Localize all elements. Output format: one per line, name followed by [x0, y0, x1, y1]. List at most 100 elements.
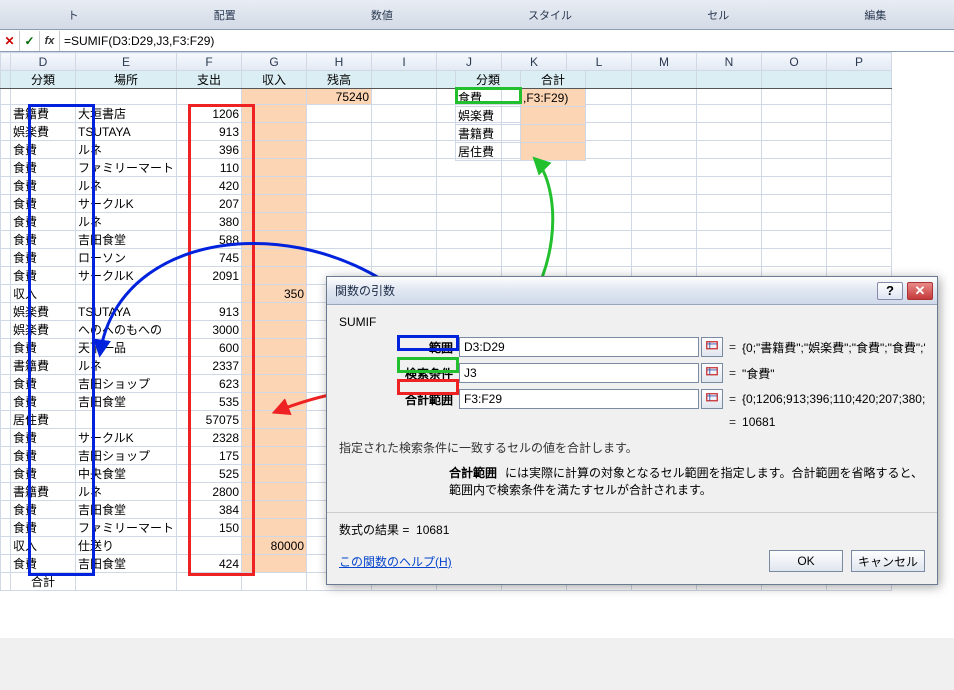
column-header[interactable]: L — [567, 53, 632, 71]
cell[interactable]: 食費 — [11, 465, 76, 483]
cell[interactable] — [242, 519, 307, 537]
cell[interactable]: 384 — [177, 501, 242, 519]
cell[interactable] — [242, 105, 307, 123]
cell[interactable]: サークルK — [76, 195, 177, 213]
cell[interactable] — [242, 89, 307, 105]
cell[interactable]: 913 — [177, 123, 242, 141]
cell[interactable]: ファミリーマート — [76, 519, 177, 537]
cell[interactable] — [242, 447, 307, 465]
cell[interactable]: 207 — [177, 195, 242, 213]
column-header[interactable]: J — [437, 53, 502, 71]
column-header[interactable]: O — [762, 53, 827, 71]
header-cell[interactable]: 分類 — [456, 71, 521, 89]
cell[interactable] — [307, 141, 372, 159]
cell[interactable]: 食費 — [11, 501, 76, 519]
cell[interactable]: 書籍費 — [11, 483, 76, 501]
cell[interactable] — [521, 107, 586, 125]
cell[interactable]: 食費 — [11, 555, 76, 573]
argument-input[interactable] — [459, 363, 699, 383]
cell[interactable]: ルネ — [76, 483, 177, 501]
cell[interactable] — [76, 411, 177, 429]
cell[interactable] — [177, 285, 242, 303]
enter-icon[interactable]: ✓ — [20, 31, 40, 51]
cell[interactable] — [242, 195, 307, 213]
cell[interactable]: 2328 — [177, 429, 242, 447]
cell[interactable]: 535 — [177, 393, 242, 411]
ribbon-group[interactable]: 編集 — [864, 7, 886, 23]
cell[interactable] — [242, 213, 307, 231]
cell[interactable]: 食費 — [11, 249, 76, 267]
column-header[interactable]: M — [632, 53, 697, 71]
cell[interactable]: 75240 — [307, 89, 372, 105]
cell[interactable]: 2337 — [177, 357, 242, 375]
cell[interactable]: 1206 — [177, 105, 242, 123]
cell[interactable]: ルネ — [76, 357, 177, 375]
cell[interactable] — [242, 357, 307, 375]
cell[interactable]: 大垣書店 — [76, 105, 177, 123]
column-header[interactable]: F — [177, 53, 242, 71]
help-button[interactable]: ? — [877, 282, 903, 300]
cell[interactable] — [242, 303, 307, 321]
cell[interactable] — [242, 321, 307, 339]
cell[interactable]: 396 — [177, 141, 242, 159]
cell[interactable] — [307, 195, 372, 213]
cell[interactable]: 天下一品 — [76, 339, 177, 357]
cell[interactable]: 収入 — [11, 537, 76, 555]
column-header[interactable]: E — [76, 53, 177, 71]
cell[interactable]: 仕送り — [76, 537, 177, 555]
cell[interactable] — [242, 339, 307, 357]
cell[interactable]: ルネ — [76, 213, 177, 231]
cell[interactable] — [242, 393, 307, 411]
cell[interactable]: 3000 — [177, 321, 242, 339]
column-header[interactable]: H — [307, 53, 372, 71]
total-label[interactable]: 合計 — [11, 573, 76, 591]
cell[interactable] — [307, 213, 372, 231]
cell[interactable]: 食費 — [11, 159, 76, 177]
cell[interactable] — [242, 159, 307, 177]
cell[interactable] — [242, 177, 307, 195]
corner[interactable] — [1, 53, 11, 71]
fx-icon[interactable]: fx — [40, 31, 60, 51]
cell[interactable]: 吉田食堂 — [76, 501, 177, 519]
function-help-link[interactable]: この関数のヘルプ(H) — [339, 553, 452, 570]
cell[interactable]: サークルK — [76, 267, 177, 285]
cell[interactable]: 食費 — [11, 393, 76, 411]
cell[interactable] — [307, 231, 372, 249]
formula-input[interactable]: =SUMIF(D3:D29,J3,F3:F29) — [60, 34, 954, 48]
cell[interactable] — [177, 537, 242, 555]
cell[interactable]: 食費 — [11, 339, 76, 357]
ribbon-group[interactable]: セル — [707, 7, 729, 23]
cell[interactable]: 623 — [177, 375, 242, 393]
cell[interactable]: 525 — [177, 465, 242, 483]
header-cell[interactable]: 場所 — [76, 71, 177, 89]
cell[interactable] — [307, 177, 372, 195]
ribbon-group[interactable]: ト — [68, 7, 79, 23]
cell[interactable] — [307, 105, 372, 123]
cell[interactable]: 420 — [177, 177, 242, 195]
cell[interactable] — [242, 123, 307, 141]
cell[interactable]: 娯楽費 — [11, 321, 76, 339]
cancel-button[interactable]: キャンセル — [851, 550, 925, 572]
cell[interactable]: 80000 — [242, 537, 307, 555]
cell[interactable]: 食費 — [456, 89, 521, 107]
header-cell[interactable]: 残高 — [307, 71, 372, 89]
cell[interactable]: 吉田食堂 — [76, 555, 177, 573]
ok-button[interactable]: OK — [769, 550, 843, 572]
cancel-icon[interactable]: ✕ — [0, 31, 20, 51]
cell[interactable] — [307, 249, 372, 267]
cell[interactable] — [76, 285, 177, 303]
cell[interactable]: 110 — [177, 159, 242, 177]
column-header[interactable]: N — [697, 53, 762, 71]
column-header[interactable]: P — [827, 53, 892, 71]
cell[interactable] — [242, 231, 307, 249]
cell[interactable]: 食費 — [11, 177, 76, 195]
cell[interactable]: TSUTAYA — [76, 123, 177, 141]
cell[interactable]: 娯楽費 — [11, 123, 76, 141]
column-header[interactable]: K — [502, 53, 567, 71]
cell[interactable] — [242, 411, 307, 429]
cell[interactable]: 吉田食堂 — [76, 393, 177, 411]
cell[interactable] — [521, 125, 586, 143]
column-header[interactable]: G — [242, 53, 307, 71]
cell[interactable] — [76, 89, 177, 105]
cell[interactable]: 350 — [242, 285, 307, 303]
